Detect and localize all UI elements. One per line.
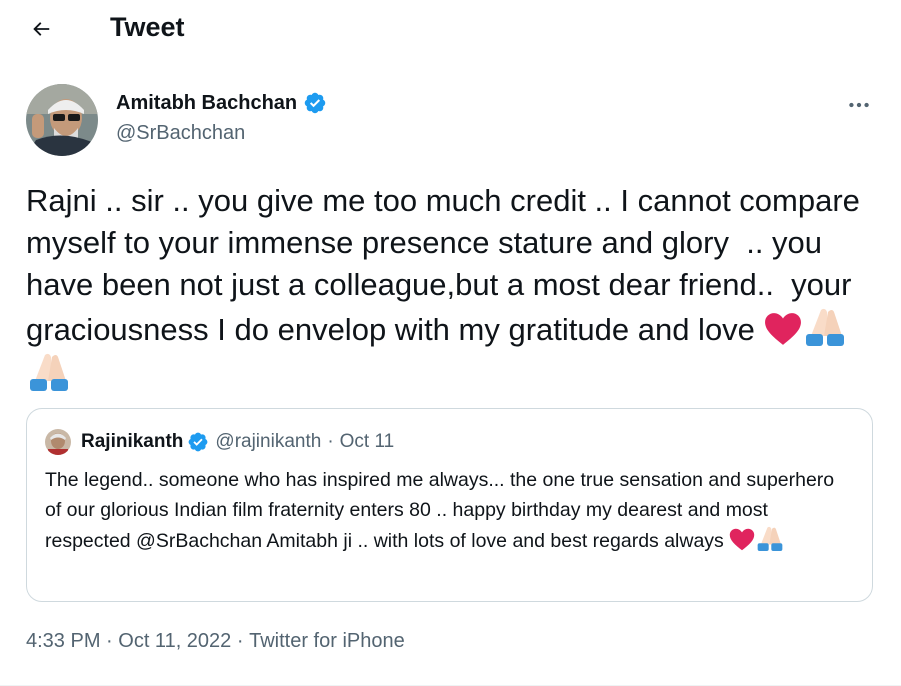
tweet-meta: 4:33 PM · Oct 11, 2022 · Twitter for iPh… — [26, 628, 405, 654]
folded-hands-icon — [30, 353, 68, 391]
page-title: Tweet — [110, 12, 185, 42]
tweet-text: Rajni .. sir .. you give me too much cre… — [26, 180, 876, 396]
quoted-text-body: The legend.. someone who has inspired me… — [45, 469, 840, 552]
meta-separator: · — [231, 630, 250, 652]
quoted-tweet-header: Rajinikanth @rajinikanth · Oct 11 — [45, 429, 394, 455]
quoted-author-handle: @rajinikanth — [215, 431, 322, 452]
heart-icon — [730, 528, 755, 551]
author-handle[interactable]: @SrBachchan — [116, 120, 245, 146]
tweet-time[interactable]: 4:33 PM — [26, 628, 100, 654]
tweet-source[interactable]: Twitter for iPhone — [249, 628, 405, 654]
avatar[interactable] — [26, 84, 98, 156]
back-button[interactable] — [24, 12, 58, 46]
author-name-row: Amitabh Bachchan — [116, 90, 327, 116]
verified-badge-icon — [189, 432, 208, 452]
folded-hands-icon — [757, 526, 783, 551]
more-dots-icon — [849, 102, 869, 108]
quoted-avatar — [45, 429, 71, 455]
folded-hands-icon — [805, 308, 844, 346]
tweet-text-body: Rajni .. sir .. you give me too much cre… — [26, 183, 869, 347]
tweet-date[interactable]: Oct 11, 2022 — [118, 628, 231, 654]
quoted-date: Oct 11 — [339, 431, 395, 452]
header: Tweet — [0, 0, 901, 56]
arrow-left-icon — [33, 22, 50, 36]
verified-badge-icon — [304, 92, 326, 114]
quoted-author-name: Rajinikanth — [81, 431, 184, 452]
tweet-author: Amitabh Bachchan @SrBachchan — [26, 84, 876, 158]
author-name[interactable]: Amitabh Bachchan — [116, 90, 297, 116]
heart-icon — [764, 313, 801, 345]
more-button[interactable] — [842, 88, 876, 122]
quoted-tweet-text: The legend.. someone who has inspired me… — [45, 465, 855, 556]
quoted-separator: · — [327, 431, 334, 452]
quoted-tweet[interactable]: Rajinikanth @rajinikanth · Oct 11 The le… — [26, 408, 873, 602]
meta-separator: · — [100, 630, 119, 652]
